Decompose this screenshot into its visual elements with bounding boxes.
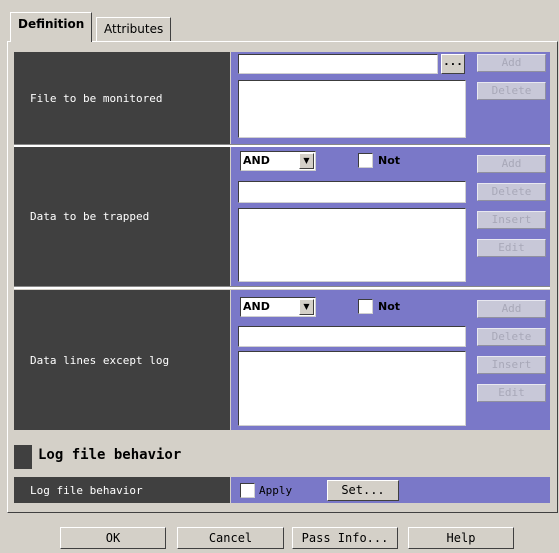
except-data-list[interactable] [238,351,466,426]
file-add-button[interactable]: Add [477,54,546,72]
data-except-label-text: Data lines except log [30,353,170,367]
trapped-not-label: Not [378,154,401,167]
tab-definition[interactable]: Definition [10,12,93,42]
except-not-label: Not [378,300,401,313]
trapped-operator-select[interactable]: AND ▼ [240,151,316,171]
trapped-operator-value: AND [243,154,270,167]
except-edit-button[interactable]: Edit [477,384,546,402]
apply-checkbox[interactable] [240,483,255,498]
pass-info-button[interactable]: Pass Info... [292,527,398,549]
trapped-edit-button[interactable]: Edit [477,239,546,257]
chevron-down-icon[interactable]: ▼ [299,153,314,169]
tab-definition-label: Definition [18,17,85,31]
trapped-delete-button[interactable]: Delete [477,183,546,201]
data-except-label: Data lines except log [14,290,230,430]
log-behavior-section-title: Log file behavior [38,447,182,463]
file-path-input[interactable] [238,54,438,74]
trapped-insert-button[interactable]: Insert [477,211,546,229]
except-operator-select[interactable]: AND ▼ [240,297,316,317]
log-behavior-label: Log file behavior [14,477,230,503]
except-insert-button[interactable]: Insert [477,356,546,374]
file-list-box[interactable] [238,80,466,138]
help-button[interactable]: Help [408,527,514,549]
data-trapped-label-text: Data to be trapped [30,210,150,223]
except-delete-button[interactable]: Delete [477,328,546,346]
ok-button[interactable]: OK [60,527,166,549]
apply-label: Apply [259,484,293,497]
trapped-data-list[interactable] [238,208,466,282]
separator [14,286,550,289]
trapped-not-checkbox[interactable] [358,153,373,168]
dialog-window: Definition Attributes File to be monitor… [0,0,559,553]
browse-button[interactable]: ... [441,54,465,74]
file-delete-button[interactable]: Delete [477,82,546,100]
log-set-button[interactable]: Set... [327,480,399,501]
cancel-button[interactable]: Cancel [177,527,284,549]
file-monitored-label: File to be monitored [14,52,230,144]
log-behavior-label-text: Log file behavior [30,483,143,497]
section-marker [14,445,32,469]
data-trapped-label: Data to be trapped [14,147,230,286]
tab-attributes-label: Attributes [104,22,164,36]
except-add-button[interactable]: Add [477,300,546,318]
trapped-data-input[interactable] [238,181,466,203]
file-monitored-label-text: File to be monitored [30,91,163,105]
chevron-down-icon[interactable]: ▼ [299,299,314,315]
tab-attributes[interactable]: Attributes [96,17,172,41]
trapped-add-button[interactable]: Add [477,155,546,173]
except-data-input[interactable] [238,326,466,347]
except-not-checkbox[interactable] [358,299,373,314]
except-operator-value: AND [243,300,270,313]
